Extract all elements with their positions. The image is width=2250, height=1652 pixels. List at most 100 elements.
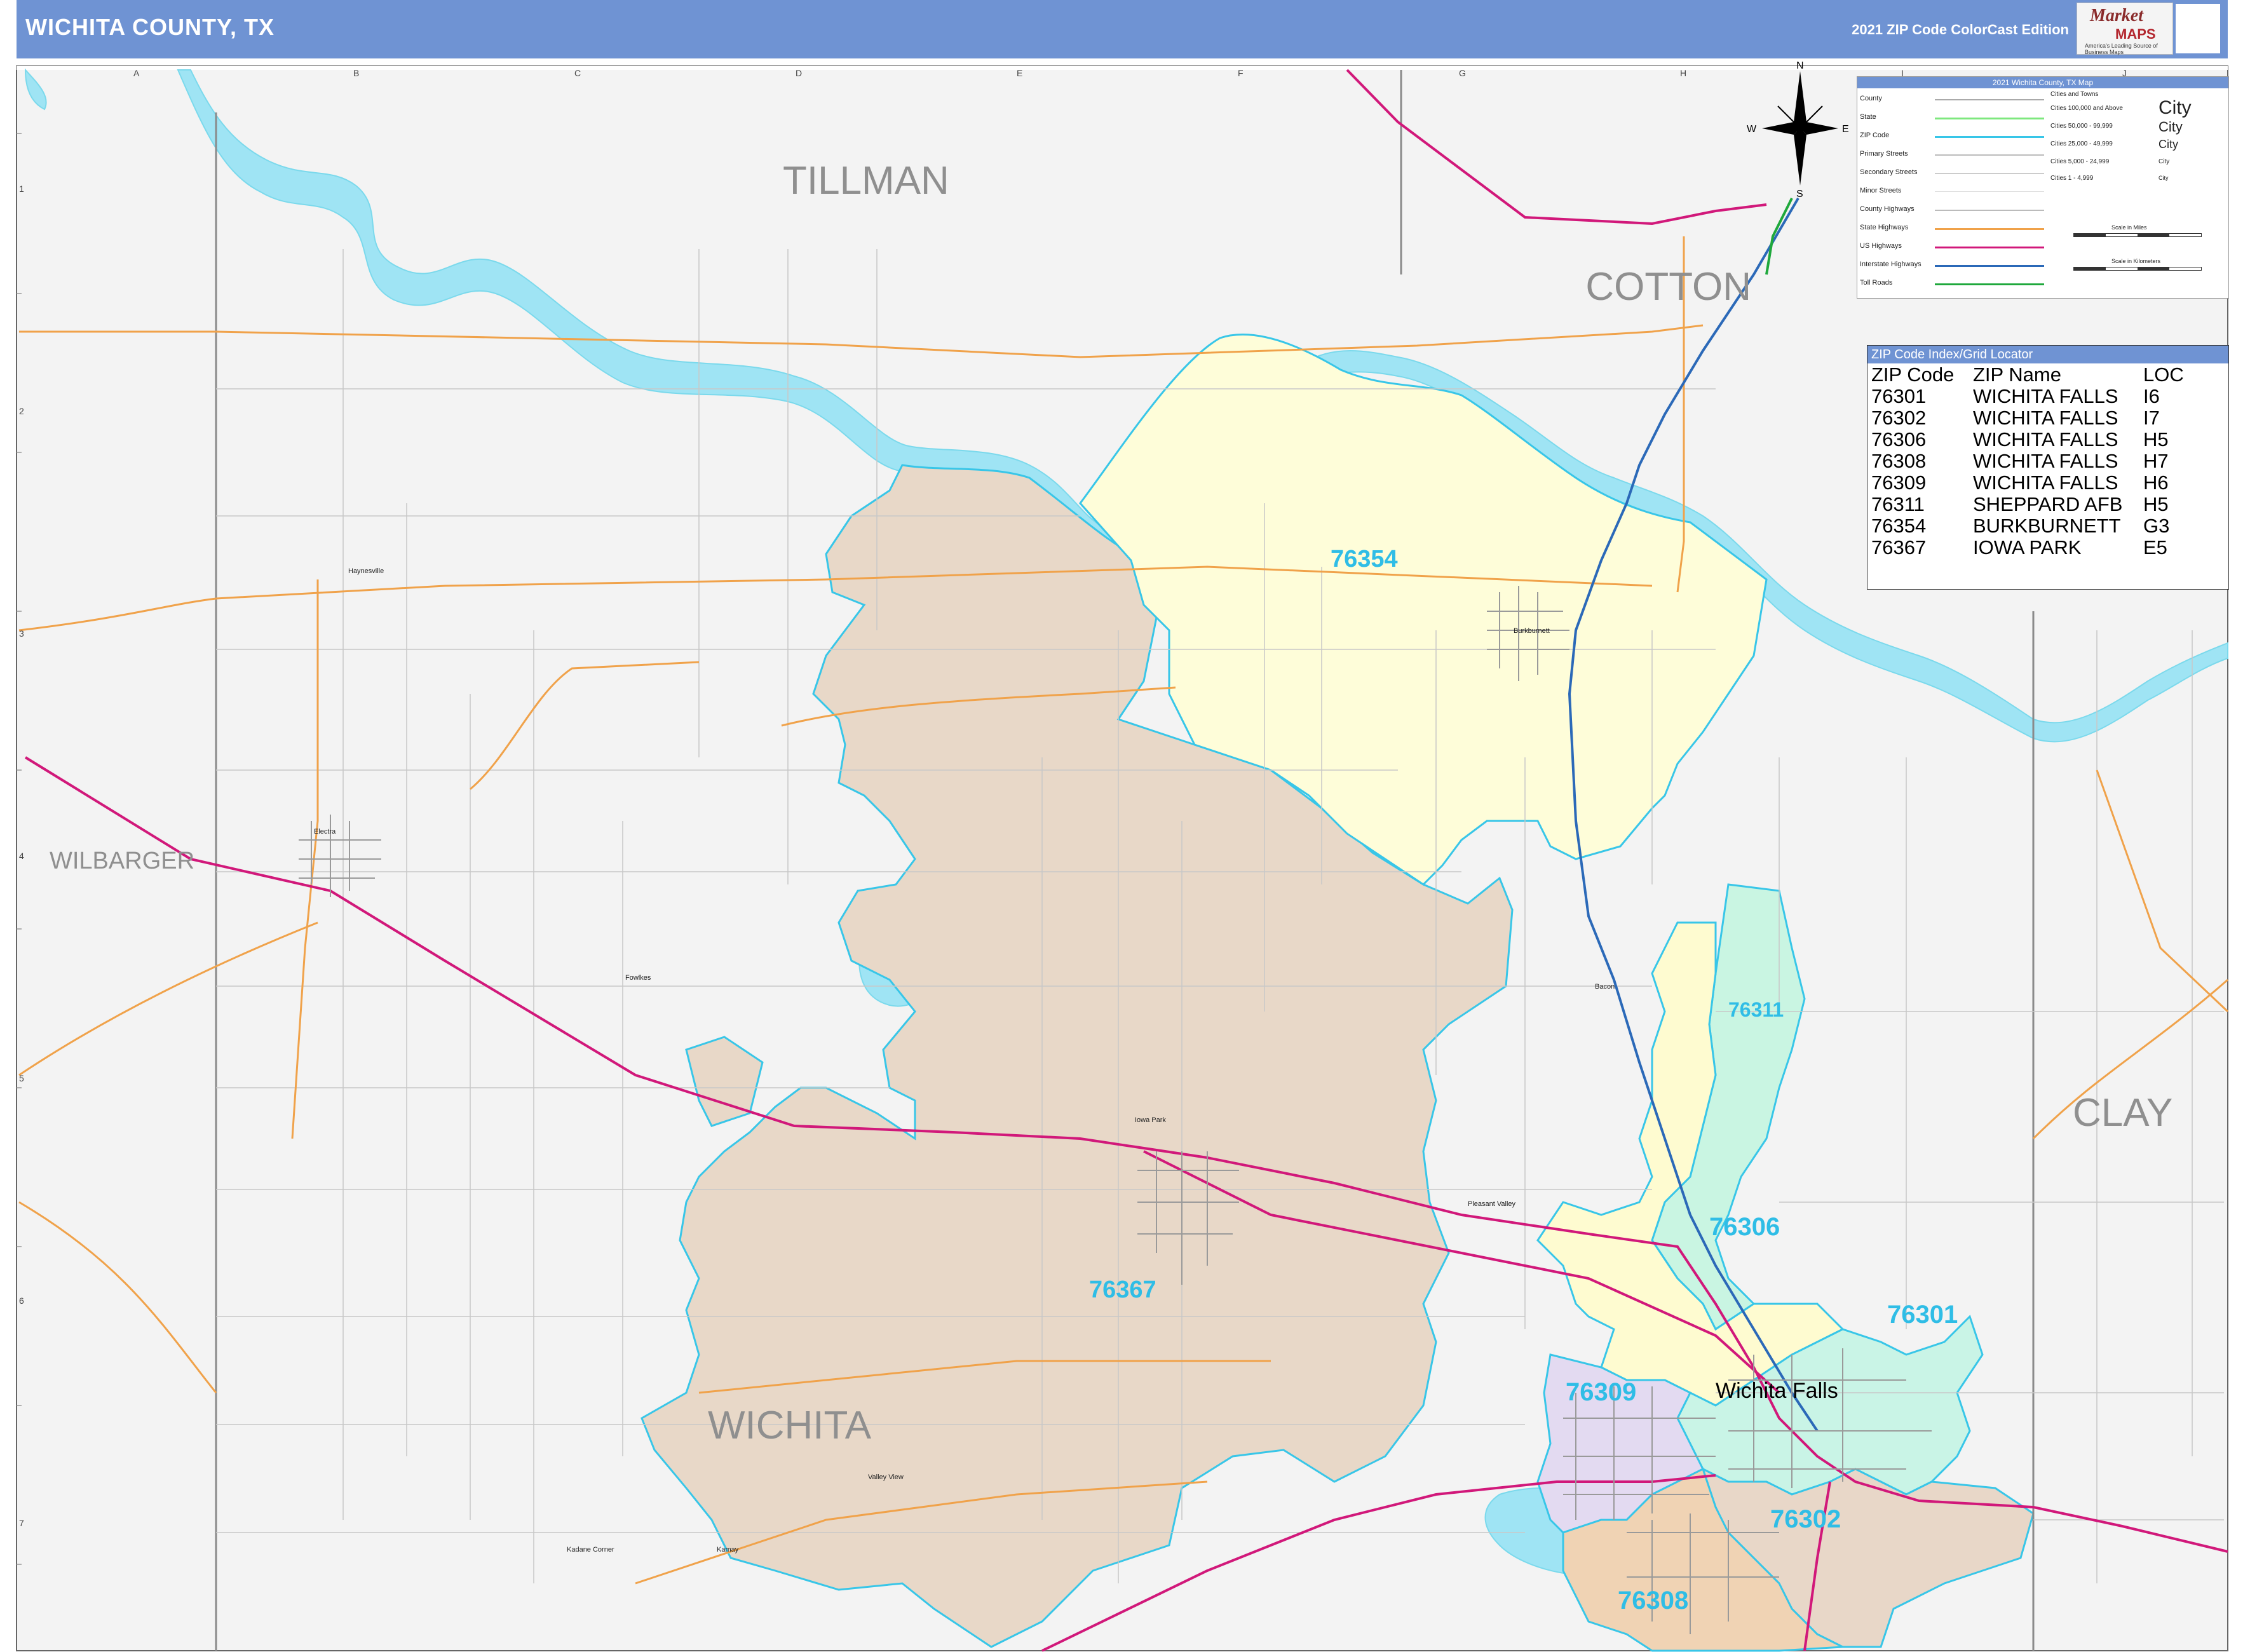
legend-label-county: County [1860, 95, 1882, 102]
grid-row-4: 4 [19, 851, 24, 861]
zip-index-row[interactable]: 76301 WICHITA FALLS I6 [1867, 385, 2227, 407]
compass-w: W [1747, 124, 1757, 135]
zip-name: WICHITA FALLS [1973, 407, 2118, 429]
map-legend: 2021 Wichita County, TX Map County State… [1857, 76, 2229, 299]
zip-label-76308[interactable]: 76308 [1618, 1587, 1688, 1615]
legend-label-minor: Minor Streets [1860, 187, 1902, 194]
legend-title: 2021 Wichita County, TX Map [1857, 77, 2228, 88]
place-fowlkes: Fowlkes [625, 974, 651, 982]
zip-label-76309[interactable]: 76309 [1566, 1378, 1636, 1406]
zip-index-row[interactable]: 76309 WICHITA FALLS H6 [1867, 471, 2227, 494]
county-label-clay: CLAY [2073, 1091, 2172, 1135]
city-size-sample-4: City [2159, 158, 2170, 165]
edition-label: 2021 ZIP Code ColorCast Edition [1852, 22, 2069, 37]
legend-label-toll: Toll Roads [1860, 279, 1893, 287]
place-iowa-park: Iowa Park [1135, 1116, 1166, 1124]
zip-index-row[interactable]: 76311 SHEPPARD AFB H5 [1867, 493, 2227, 515]
zip-col-header-loc: LOC [2143, 363, 2184, 386]
legend-row-secondary: Secondary Streets [1860, 166, 2044, 181]
county-label-wilbarger: WILBARGER [50, 848, 194, 874]
zip-label-76367[interactable]: 76367 [1089, 1276, 1156, 1303]
county-label-tillman: TILLMAN [783, 159, 949, 203]
city-size-range-1: Cities 100,000 and Above [2050, 105, 2123, 112]
map-title: WICHITA COUNTY, TX [25, 14, 274, 40]
place-kadane-corner: Kadane Corner [567, 1546, 614, 1554]
legend-label-interstate: Interstate Highways [1860, 261, 1921, 268]
legend-label-state: State [1860, 113, 1876, 121]
zip-label-76302[interactable]: 76302 [1770, 1505, 1841, 1533]
legend-label-county-hwy: County Highways [1860, 205, 1915, 213]
grid-row-6: 6 [19, 1296, 24, 1306]
zip-label-76354[interactable]: 76354 [1331, 546, 1398, 572]
zip-loc: G3 [2143, 515, 2170, 537]
zip-label-76301[interactable]: 76301 [1887, 1301, 1958, 1329]
zip-loc: H5 [2143, 428, 2169, 450]
legend-city-size-5: Cities 1 - 4,999 City [2050, 175, 2169, 182]
grid-col-f: F [1238, 68, 1244, 78]
legend-label-state-hwy: State Highways [1860, 224, 1909, 231]
place-burkburnett: Burkburnett [1514, 627, 1550, 635]
logo-text-maps: MAPS [2115, 26, 2156, 42]
legend-row-primary: Primary Streets [1860, 147, 2044, 163]
zip-code: 76367 [1871, 536, 1927, 559]
map-header: WICHITA COUNTY, TX 2021 ZIP Code ColorCa… [17, 0, 2228, 58]
zip-label-76306[interactable]: 76306 [1709, 1213, 1780, 1241]
legend-city-size-4: Cities 5,000 - 24,999 City [2050, 158, 2169, 165]
contact-box [2176, 4, 2220, 53]
zip-name: IOWA PARK [1973, 536, 2082, 559]
legend-row-toll: Toll Roads [1860, 276, 2044, 292]
legend-label-secondary: Secondary Streets [1860, 168, 1918, 176]
place-electra: Electra [314, 828, 336, 836]
city-size-range-4: Cities 5,000 - 24,999 [2050, 158, 2110, 165]
compass-e: E [1842, 124, 1849, 135]
grid-row-7: 7 [19, 1518, 24, 1528]
grid-col-h: H [1680, 68, 1686, 78]
grid-col-b: B [353, 68, 359, 78]
zip-loc: E5 [2143, 536, 2167, 559]
zip-index-row[interactable]: 76306 WICHITA FALLS H5 [1867, 428, 2227, 450]
zip-label-76311[interactable]: 76311 [1728, 998, 1784, 1021]
zip-index-table: ZIP Code Index/Grid Locator ZIP Code ZIP… [1867, 345, 2229, 590]
grid-col-a: A [133, 68, 140, 78]
scale-miles-label: Scale in Miles [2111, 224, 2147, 231]
city-size-sample-1: City [2159, 97, 2192, 118]
city-size-sample-3: City [2159, 138, 2178, 151]
place-valley-view: Valley View [868, 1473, 904, 1481]
legend-row-state-hwy: State Highways [1860, 221, 2044, 236]
zip-index-title: ZIP Code Index/Grid Locator [1867, 346, 2228, 363]
place-bacon: Bacon [1595, 983, 1615, 991]
zip-index-row[interactable]: 76302 WICHITA FALLS I7 [1867, 407, 2227, 429]
legend-row-county-hwy: County Highways [1860, 203, 2044, 218]
grid-border-top [17, 66, 2228, 70]
zip-index-row[interactable]: 76308 WICHITA FALLS H7 [1867, 450, 2227, 472]
legend-row-state: State [1860, 111, 2044, 126]
zip-index-row[interactable]: 76367 IOWA PARK E5 [1867, 536, 2227, 559]
zip-code: 76309 [1871, 471, 1927, 494]
city-label-wichita-falls[interactable]: Wichita Falls [1716, 1379, 1838, 1403]
scale-bar-km [2073, 267, 2202, 271]
zip-name: WICHITA FALLS [1973, 428, 2118, 450]
place-haynesville: Haynesville [348, 567, 384, 575]
city-size-sample-5: City [2159, 175, 2169, 181]
city-size-range-5: Cities 1 - 4,999 [2050, 175, 2094, 182]
zip-loc: H7 [2143, 450, 2169, 472]
zip-loc: H5 [2143, 493, 2169, 515]
zip-name: WICHITA FALLS [1973, 471, 2118, 494]
zip-col-header-name: ZIP Name [1973, 363, 2061, 386]
grid-col-e: E [1017, 68, 1022, 78]
zip-code: 76311 [1871, 493, 1925, 515]
scale-km-label: Scale in Kilometers [2111, 258, 2161, 264]
legend-label-zip: ZIP Code [1860, 132, 1890, 139]
publisher-logo: Market MAPS America's Leading Source of … [2077, 3, 2173, 55]
zip-name: BURKBURNETT [1973, 515, 2121, 537]
legend-row-minor: Minor Streets [1860, 184, 2044, 200]
zip-name: WICHITA FALLS [1973, 450, 2118, 472]
compass-s: S [1796, 189, 1803, 200]
city-size-sample-2: City [2159, 119, 2183, 135]
place-pleasant-valley: Pleasant Valley [1468, 1200, 1516, 1208]
grid-row-5: 5 [19, 1073, 24, 1083]
legend-label-primary: Primary Streets [1860, 150, 1908, 158]
legend-city-size-1: Cities 100,000 and Above City [2050, 97, 2192, 118]
zip-code: 76301 [1871, 385, 1927, 407]
zip-index-row[interactable]: 76354 BURKBURNETT G3 [1867, 515, 2227, 537]
